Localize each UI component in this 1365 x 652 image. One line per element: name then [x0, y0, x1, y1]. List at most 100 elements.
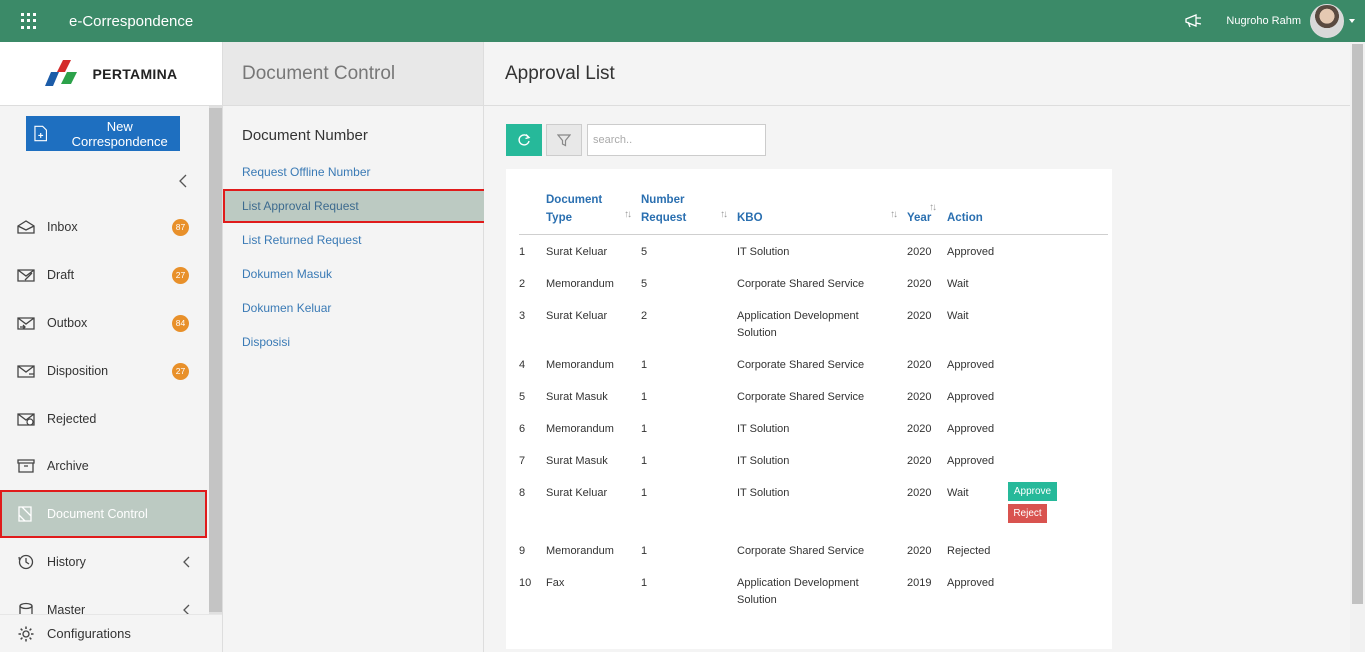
outbox-count-badge: 84	[172, 314, 189, 332]
table-row: 2 Memorandum 5 Corporate Shared Service …	[519, 267, 1108, 299]
sidebar-item-outbox[interactable]: Outbox 84	[0, 299, 207, 347]
cell-year: 2020	[907, 486, 932, 499]
cell-buttons	[1008, 380, 1108, 412]
link-dokumen-masuk[interactable]: Dokumen Masuk	[223, 257, 486, 291]
cell-document-type: Memorandum	[546, 544, 614, 557]
page-title: Approval List	[484, 42, 1350, 106]
cell-no: 4	[519, 358, 526, 371]
draft-count-badge: 27	[172, 266, 189, 284]
col-number	[519, 191, 546, 235]
link-request-offline-number[interactable]: Request Offline Number	[223, 155, 486, 189]
search-input[interactable]	[587, 124, 766, 156]
refresh-button[interactable]	[506, 124, 542, 156]
table-row: 8 Surat Keluar 1 IT Solution 2020 Wait A…	[519, 476, 1108, 534]
cell-no: 9	[519, 544, 526, 557]
apps-grid-icon[interactable]	[21, 13, 37, 29]
inbox-count-badge: 87	[172, 218, 189, 236]
cell-document-type: Surat Masuk	[546, 454, 608, 467]
sidebar-item-draft[interactable]: Draft 27	[0, 251, 207, 299]
user-menu-caret-icon[interactable]	[1349, 19, 1355, 23]
document-control-panel: Document Control Document Number Request…	[223, 42, 486, 652]
cell-kbo: Corporate Shared Service	[737, 358, 865, 371]
link-disposisi[interactable]: Disposisi	[223, 325, 486, 359]
cell-status: Rejected	[947, 544, 991, 557]
cell-document-type: Fax	[546, 576, 565, 589]
new-document-icon	[34, 125, 48, 142]
sidebar-scrollbar[interactable]	[209, 106, 222, 614]
cell-number-request: 1	[641, 390, 648, 403]
refresh-icon	[518, 134, 531, 146]
sidebar-item-disposition[interactable]: Disposition 27	[0, 347, 207, 395]
disposition-count-badge: 27	[172, 362, 189, 380]
link-list-returned-request[interactable]: List Returned Request	[223, 223, 486, 257]
cell-number-request: 1	[641, 422, 648, 435]
logo: PERTAMINA	[0, 42, 222, 106]
cell-status: Wait	[947, 486, 969, 499]
col-document-type[interactable]: Document Type ↑↓	[546, 191, 641, 235]
collapse-sidebar-chevron-icon[interactable]	[176, 174, 190, 188]
master-expand-chevron-icon	[183, 604, 190, 614]
cell-year: 2020	[907, 422, 932, 435]
new-correspondence-button[interactable]: New Correspondence	[26, 116, 180, 151]
sidebar-item-master[interactable]: Master	[0, 586, 207, 614]
sidebar: PERTAMINA New Correspondence Inbox 87 Dr…	[0, 42, 223, 652]
cell-status: Approved	[947, 390, 995, 403]
sidebar-item-history[interactable]: History	[0, 538, 207, 586]
sidebar-item-label: Archive	[47, 459, 89, 473]
cell-status: Wait	[947, 277, 969, 290]
cell-no: 8	[519, 486, 526, 499]
link-dokumen-keluar[interactable]: Dokumen Keluar	[223, 291, 486, 325]
cell-document-type: Surat Keluar	[546, 246, 608, 258]
cell-no: 2	[519, 277, 526, 290]
top-bar: e-Correspondence Nugroho Rahm	[0, 0, 1365, 42]
sort-icon[interactable]: ↑↓	[624, 206, 632, 224]
sidebar-item-archive[interactable]: Archive	[0, 442, 207, 490]
link-list-approval-request[interactable]: List Approval Request	[223, 189, 486, 223]
cell-number-request: 1	[641, 544, 648, 557]
col-kbo[interactable]: KBO ↑↓	[737, 191, 907, 235]
megaphone-icon[interactable]	[1184, 13, 1204, 29]
sort-icon[interactable]: ↑↓	[890, 206, 898, 224]
col-year-label: Year	[907, 212, 932, 224]
sort-icon[interactable]: ↑↓	[929, 199, 937, 217]
col-number-request[interactable]: Number Request ↑↓	[641, 191, 737, 235]
cell-buttons	[1008, 444, 1108, 476]
sidebar-item-label: Master	[47, 603, 86, 614]
main-content: Approval List Document Type ↑↓	[484, 42, 1350, 652]
cell-no: 10	[519, 576, 532, 589]
cell-document-type: Surat Keluar	[546, 309, 608, 322]
table-row: 7 Surat Masuk 1 IT Solution 2020 Approve…	[519, 444, 1108, 476]
table-row: 9 Memorandum 1 Corporate Shared Service …	[519, 534, 1108, 566]
user-name[interactable]: Nugroho Rahm	[1226, 15, 1301, 27]
document-control-icon	[18, 506, 32, 522]
sidebar-item-label: Outbox	[47, 316, 88, 330]
cell-document-type: Surat Masuk	[546, 390, 608, 403]
table-toolbar	[506, 124, 766, 156]
cell-number-request: 1	[641, 486, 648, 499]
reject-button[interactable]: Reject	[1008, 503, 1047, 523]
col-document-type-line2: Type	[546, 212, 572, 224]
cell-year: 2020	[907, 390, 932, 403]
cell-number-request: 1	[641, 358, 648, 371]
col-year[interactable]: Year ↑↓	[907, 191, 947, 235]
history-icon	[18, 554, 34, 570]
cell-status: Wait	[947, 309, 969, 322]
table-row: 10 Fax 1 Application Development Solutio…	[519, 566, 1108, 609]
cell-buttons: Approve Reject	[1008, 476, 1108, 534]
table-row: 1 Surat Keluar 5 IT Solution 2020 Approv…	[519, 235, 1108, 267]
approve-button[interactable]: Approve	[1008, 481, 1057, 501]
sort-icon[interactable]: ↑↓	[720, 206, 728, 224]
cell-buttons	[1008, 348, 1108, 380]
logo-text: PERTAMINA	[92, 65, 178, 82]
sidebar-item-label: Inbox	[47, 220, 78, 234]
sidebar-item-inbox[interactable]: Inbox 87	[0, 203, 207, 251]
page-scrollbar[interactable]	[1350, 42, 1365, 652]
sidebar-item-rejected[interactable]: Rejected	[0, 395, 207, 443]
outbox-icon	[17, 317, 35, 330]
avatar[interactable]	[1310, 4, 1344, 38]
cell-number-request: 1	[641, 454, 648, 467]
sidebar-item-configurations[interactable]: Configurations	[0, 614, 222, 652]
cell-kbo: Corporate Shared Service	[737, 277, 865, 290]
sidebar-item-document-control[interactable]: Document Control	[0, 490, 207, 538]
filter-button[interactable]	[546, 124, 582, 156]
